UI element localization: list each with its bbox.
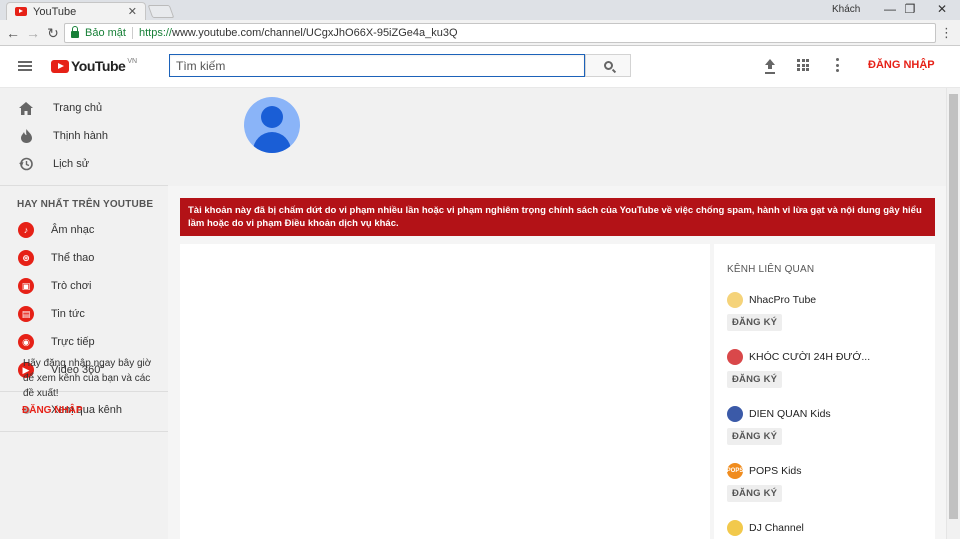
subscribe-button[interactable]: ĐĂNG KÝ	[727, 314, 783, 331]
signin-prompt-text: Hãy đăng nhập ngay bây giờ để xem kênh c…	[23, 358, 152, 399]
sidebar-item-home[interactable]: Trang chủ	[0, 94, 168, 122]
back-icon[interactable]: ←	[5, 25, 21, 41]
channel-name[interactable]: NhacPro Tube	[749, 294, 816, 306]
browser-menu-icon[interactable]: ⋮	[940, 25, 953, 41]
sidebar-item-label: Lịch sử	[53, 158, 90, 170]
new-tab-button[interactable]	[147, 5, 175, 18]
logo-region: VN	[127, 58, 138, 65]
sidebar-item-label: Trò chơi	[51, 280, 92, 292]
channel-name[interactable]: KHÓC CƯỜI 24H ĐƯỚ...	[749, 351, 870, 363]
lock-icon	[71, 26, 79, 38]
avatar-head-shape	[261, 106, 283, 128]
sidebar-item-gaming[interactable]: ▣ Trò chơi	[0, 272, 168, 300]
sidebar-item-music[interactable]: ♪ Âm nhạc	[0, 216, 168, 244]
tab-title: YouTube	[33, 5, 77, 18]
forward-icon[interactable]: →	[25, 25, 41, 41]
related-channel-item: KHÓC CƯỜI 24H ĐƯỚ... ĐĂNG KÝ	[727, 349, 927, 388]
sidebar-item-sports[interactable]: ⊛ Thể thao	[0, 244, 168, 272]
logo-text: YouTube	[71, 58, 126, 74]
window-close-icon[interactable]: ✕	[932, 2, 952, 16]
channel-thumbnail[interactable]: POPS	[727, 463, 743, 479]
gaming-icon: ▣	[18, 278, 34, 294]
browser-tab-bar: YouTube ✕ Khách — ❐ ✕	[0, 0, 960, 20]
sidebar-item-label: Âm nhạc	[51, 224, 95, 236]
avatar-body-shape	[253, 132, 291, 153]
page-scrollbar[interactable]	[946, 88, 960, 539]
sidebar-item-label: Trang chủ	[53, 102, 103, 114]
related-channel-item: DJ Channel	[727, 520, 927, 536]
search-button[interactable]	[585, 54, 631, 77]
channel-name[interactable]: DIEN QUAN Kids	[749, 408, 831, 420]
sidebar: Trang chủ Thịnh hành Lịch sử HAY NHẤT TR…	[0, 88, 168, 539]
upload-icon[interactable]	[763, 59, 777, 73]
channel-thumbnail[interactable]	[727, 406, 743, 422]
sidebar-divider	[0, 431, 168, 432]
trending-flame-icon	[18, 128, 34, 144]
minimize-icon[interactable]: —	[880, 2, 900, 16]
sidebar-item-history[interactable]: Lịch sử	[0, 150, 168, 178]
secure-label: Bảo mật	[85, 27, 126, 39]
youtube-play-icon	[51, 59, 69, 73]
address-separator	[131, 27, 133, 39]
channel-name[interactable]: POPS Kids	[749, 465, 802, 477]
related-channel-item: POPS POPS Kids ĐĂNG KÝ	[727, 463, 927, 502]
sidebar-heading-best: HAY NHẤT TRÊN YOUTUBE	[17, 199, 154, 210]
sports-icon: ⊛	[18, 250, 34, 266]
subscribe-button[interactable]: ĐĂNG KÝ	[727, 371, 783, 388]
url-scheme: https://	[138, 27, 172, 39]
sidebar-item-label: Trực tiếp	[51, 336, 95, 348]
sidebar-item-news[interactable]: ▤ Tin tức	[0, 300, 168, 328]
sidebar-signin-link[interactable]: ĐĂNG NHẬP	[22, 405, 83, 416]
sidebar-item-label: Thịnh hành	[53, 130, 109, 142]
termination-alert: Tài khoản này đã bị chấm dứt do vi phạm …	[180, 198, 935, 236]
search-input[interactable]	[169, 54, 585, 77]
upload-icon-base	[765, 72, 775, 74]
header-signin-button[interactable]: ĐĂNG NHẬP	[868, 59, 935, 71]
related-channel-item: NhacPro Tube ĐĂNG KÝ	[727, 292, 927, 331]
search-icon	[603, 61, 613, 70]
channel-thumbnail[interactable]	[727, 520, 743, 536]
sidebar-item-trending[interactable]: Thịnh hành	[0, 122, 168, 150]
scrollbar-thumb[interactable]	[949, 94, 958, 519]
channel-thumbnail[interactable]	[727, 349, 743, 365]
apps-grid-icon[interactable]	[797, 59, 809, 71]
channel-thumbnail[interactable]	[727, 292, 743, 308]
history-icon	[18, 156, 34, 172]
reload-icon[interactable]: ↻	[45, 25, 61, 41]
hamburger-menu-icon[interactable]	[18, 61, 32, 71]
channel-content-pane	[180, 244, 710, 539]
browser-toolbar: ← → ↻ Bảo mật https:// www.youtube.com/c…	[0, 20, 960, 46]
sidebar-item-label: Tin tức	[51, 308, 85, 320]
tab-close-icon[interactable]: ✕	[128, 5, 137, 18]
youtube-favicon-icon	[15, 7, 27, 16]
more-options-icon[interactable]	[836, 58, 839, 72]
channel-name[interactable]: DJ Channel	[749, 522, 804, 534]
restore-icon[interactable]: ❐	[900, 2, 920, 16]
related-channel-item: DIEN QUAN Kids ĐĂNG KÝ	[727, 406, 927, 445]
sidebar-item-label: Thể thao	[51, 252, 95, 264]
news-icon: ▤	[18, 306, 34, 322]
sidebar-item-live[interactable]: ◉ Trực tiếp	[0, 328, 168, 356]
browser-user-label[interactable]: Khách	[832, 4, 860, 15]
youtube-logo[interactable]: YouTube VN	[51, 58, 137, 74]
related-channels-title: KÊNH LIÊN QUAN	[727, 264, 815, 275]
music-icon: ♪	[18, 222, 34, 238]
address-bar[interactable]: Bảo mật https:// www.youtube.com/channel…	[64, 23, 936, 43]
browser-tab[interactable]: YouTube ✕	[6, 2, 146, 20]
live-icon: ◉	[18, 334, 34, 350]
subscribe-button[interactable]: ĐĂNG KÝ	[727, 428, 783, 445]
related-channels-panel: KÊNH LIÊN QUAN NhacPro Tube ĐĂNG KÝ KHÓC…	[714, 244, 935, 539]
sidebar-divider	[0, 185, 168, 186]
channel-avatar	[244, 97, 300, 153]
url-text: www.youtube.com/channel/UCgxJhO66X-95iZG…	[172, 27, 458, 39]
home-icon	[18, 100, 34, 116]
subscribe-button[interactable]: ĐĂNG KÝ	[727, 485, 783, 502]
youtube-header: YouTube VN ĐĂNG NHẬP	[0, 46, 960, 88]
